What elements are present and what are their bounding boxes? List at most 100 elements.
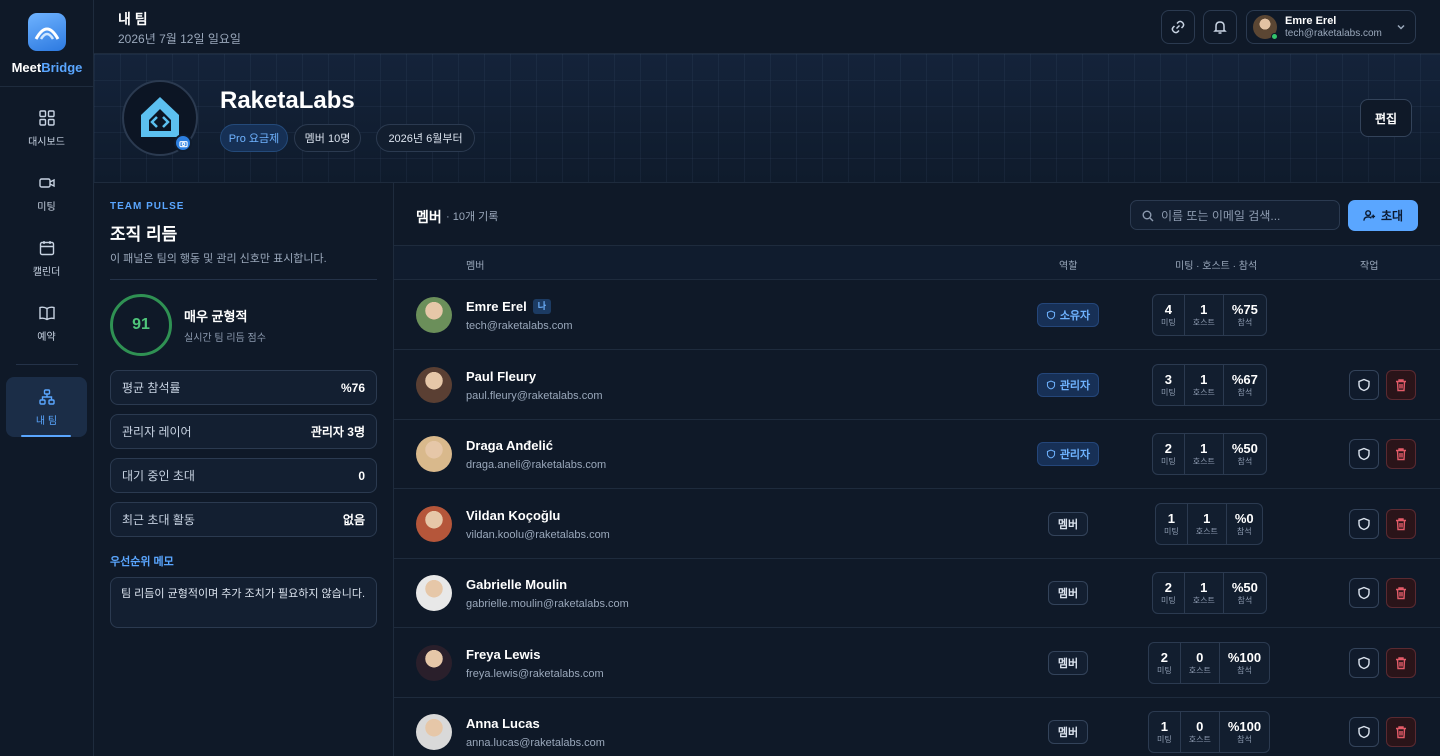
member-stats: 1 미팅 1 호스트 %0 참석 [1155, 502, 1263, 545]
trash-icon [1396, 726, 1406, 739]
score-sublabel: 실시간 팀 리듬 점수 [184, 333, 266, 344]
member-count-badge: 멤버 10명 [294, 124, 361, 152]
stat-meetings: 3 미팅 [1153, 364, 1185, 405]
role-badge[interactable]: 멤버 [1048, 511, 1088, 536]
user-plus-icon [1363, 210, 1376, 221]
stat-label: 평균 참석률 [122, 381, 181, 395]
remove-member-button[interactable] [1386, 647, 1416, 678]
role-shield-icon [1046, 380, 1055, 389]
camera-icon [178, 140, 188, 147]
member-email: anna.lucas@raketalabs.com [466, 737, 605, 749]
table-row[interactable]: Emre Erel 나 tech@raketalabs.com 소유자 4 미팅 1 호스트%… [394, 280, 1440, 350]
me-badge: 나 [532, 299, 551, 314]
edit-team-button[interactable]: 편집 [1360, 99, 1412, 137]
shield-icon [1358, 586, 1370, 600]
member-search-input[interactable]: 이름 또는 이메일 검색... [1130, 200, 1340, 230]
book-icon [38, 305, 55, 320]
link-icon [1171, 20, 1185, 34]
divider [110, 279, 377, 280]
user-name: Emre Erel [1285, 15, 1337, 27]
remove-member-button[interactable] [1386, 578, 1416, 608]
table-row[interactable]: Vildan Koçoğlu vildan.koolu@raketalabs.co… [394, 489, 1440, 559]
change-avatar-button[interactable] [174, 134, 192, 152]
member-stats: 2 미팅 1 호스트 %50 참석 [1152, 572, 1267, 614]
shield-icon [1358, 378, 1370, 391]
stat-hosted: 0 호스트 [1181, 712, 1220, 752]
copy-link-button[interactable] [1161, 10, 1195, 44]
shield-icon [1358, 656, 1370, 669]
sidebar-item-calendar[interactable]: 캘린더 [6, 228, 87, 288]
sidebar-item-my-team[interactable]: 내 팀 [6, 377, 87, 437]
stat-pending-invites: 대기 중인 초대 0 [110, 458, 377, 493]
avatar [416, 714, 452, 750]
member-name: Gabrielle Moulin [466, 577, 568, 592]
change-role-button[interactable] [1349, 717, 1379, 747]
sidebar-item-label: 미팅 [37, 201, 56, 213]
user-email: tech@raketalabs.com [1285, 28, 1382, 39]
table-row[interactable]: Freya Lewis freya.lewis@raketalabs.com 멤버 2… [394, 628, 1440, 698]
brand-logo-icon[interactable] [28, 13, 66, 51]
remove-member-button[interactable] [1386, 439, 1416, 469]
user-menu[interactable]: Emre Erel tech@raketalabs.com [1246, 10, 1416, 44]
remove-member-button[interactable] [1386, 717, 1416, 747]
stat-meetings: 1 미팅 [1156, 503, 1188, 544]
sidebar-item-label: 내 팀 [35, 415, 58, 427]
stat-hosted: 1 호스트 [1185, 295, 1224, 335]
avatar [416, 644, 452, 681]
change-role-button[interactable] [1349, 369, 1379, 400]
member-stats: 3 미팅 1 호스트 %67 참석 [1152, 363, 1267, 406]
stat-attendance: %100 참석 [1227, 649, 1262, 675]
sidebar-item-dashboard[interactable]: 대시보드 [6, 98, 87, 158]
video-icon [38, 177, 55, 188]
sidebar-item-label: 캘린더 [32, 266, 61, 278]
role-badge[interactable]: 관리자 [1037, 372, 1099, 397]
table-row[interactable]: Anna Lucas anna.lucas@raketalabs.com 멤버 1 미팅… [394, 697, 1440, 756]
grid-icon [38, 109, 55, 126]
stat-hosted: 1 호스트 [1185, 434, 1224, 474]
role-badge[interactable]: 멤버 [1048, 650, 1088, 675]
table-row[interactable]: Draga Anđelić draga.aneli@raketalabs.com 관… [394, 419, 1440, 489]
stat-admin-layer: 관리자 레이어 관리자 3명 [110, 414, 377, 449]
rhythm-score: 91 [110, 294, 172, 356]
team-icon [38, 388, 55, 405]
table-row[interactable]: Gabrielle Moulin gabrielle.moulin@raketal… [394, 558, 1440, 628]
page-title: 내 팀 [118, 11, 148, 27]
table-row[interactable]: Paul Fleury paul.fleury@raketalabs.com 관리자… [394, 350, 1440, 420]
role-badge[interactable]: 멤버 [1048, 581, 1088, 605]
current-date: 2026년 7월 12일 일요일 [118, 32, 241, 46]
member-email: gabrielle.moulin@raketalabs.com [466, 598, 629, 610]
sidebar-item-meetings[interactable]: 미팅 [6, 163, 87, 223]
change-role-button[interactable] [1349, 439, 1379, 469]
stat-average-attendance: 평균 참석률 %76 [110, 370, 377, 405]
stat-attendance: %67 참석 [1231, 371, 1258, 397]
search-icon [1142, 210, 1154, 222]
calendar-icon [39, 240, 54, 255]
change-role-button[interactable] [1349, 647, 1379, 678]
trash-icon [1396, 656, 1406, 669]
role-badge[interactable]: 멤버 [1048, 720, 1088, 744]
priority-memo: 팀 리듬이 균형적이며 추가 조치가 필요하지 않습니다. [110, 577, 377, 628]
stat-label: 최근 초대 활동 [122, 513, 195, 527]
score-label: 매우 균형적 [184, 309, 248, 324]
team-name: RaketaLabs [220, 87, 355, 114]
stat-attendance: %50 참석 [1231, 580, 1258, 605]
column-header-stats: 미팅 · 호스트 · 참석 [1175, 261, 1258, 272]
table-header: 멤버 역할 미팅 · 호스트 · 참석 작업 [394, 245, 1440, 280]
role-badge: 소유자 [1037, 303, 1099, 327]
remove-member-button[interactable] [1386, 369, 1416, 400]
chevron-down-icon [1397, 24, 1405, 30]
change-role-button[interactable] [1349, 578, 1379, 608]
remove-member-button[interactable] [1386, 508, 1416, 539]
stat-recent-invites: 최근 초대 활동 없음 [110, 502, 377, 537]
online-status-indicator [1271, 33, 1278, 40]
notifications-button[interactable] [1203, 10, 1237, 44]
change-role-button[interactable] [1349, 508, 1379, 539]
role-badge[interactable]: 관리자 [1037, 442, 1099, 466]
sidebar-item-bookings[interactable]: 예약 [6, 293, 87, 353]
invite-button[interactable]: 초대 [1348, 200, 1418, 231]
member-email: vildan.koolu@raketalabs.com [466, 528, 610, 541]
role-shield-icon [1046, 310, 1055, 320]
stat-hosted: 1 호스트 [1188, 503, 1227, 544]
column-header-actions: 작업 [1360, 261, 1379, 272]
stat-meetings: 2 미팅 [1153, 573, 1185, 613]
